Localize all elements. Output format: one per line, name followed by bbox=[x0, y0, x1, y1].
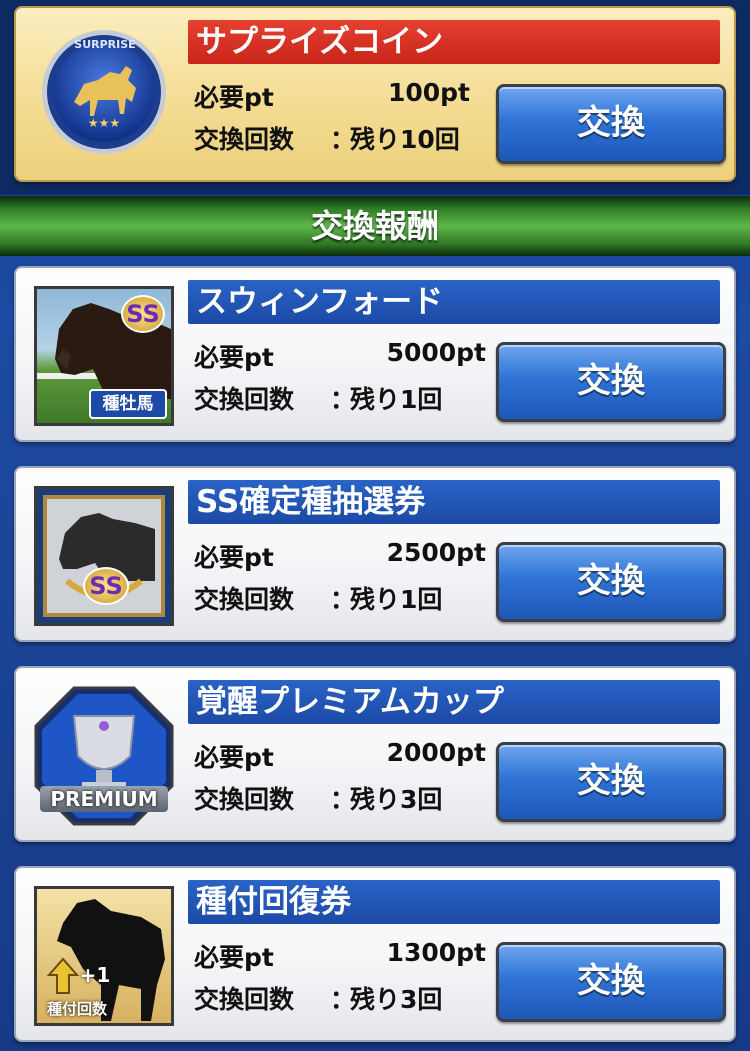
reward-title: 覚醒プレミアムカップ bbox=[188, 680, 720, 724]
exchange-count-label: 交換回数 bbox=[194, 125, 295, 154]
exchange-count-label: 交換回数 bbox=[194, 785, 295, 814]
reward-title: 種付回復券 bbox=[188, 880, 720, 924]
breeding-count-caption: 種付回数 bbox=[46, 1000, 107, 1018]
exchange-count-value: 残り3回 bbox=[350, 785, 443, 814]
exchange-count-value: 残り1回 bbox=[350, 585, 443, 614]
exchange-count-label: 交換回数 bbox=[194, 585, 295, 614]
exchange-button[interactable]: 交換 bbox=[496, 942, 726, 1022]
required-pt-label: 必要pt bbox=[194, 543, 274, 572]
required-pt-label: 必要pt bbox=[194, 343, 274, 372]
exchange-button[interactable]: 交換 bbox=[496, 84, 726, 164]
reward-card: +1 種付回数 種付回復券 必要pt 1300pt 交換回数 ： 残り3回 交換 bbox=[14, 866, 736, 1042]
exchange-count-value: 残り3回 bbox=[350, 985, 443, 1014]
premium-caption: PREMIUM bbox=[40, 786, 168, 812]
reward-title: SS確定種抽選券 bbox=[188, 480, 720, 524]
exchange-count-value: 残り1回 bbox=[350, 385, 443, 414]
reward-card: SS SS確定種抽選券 必要pt 2500pt 交換回数 ： 残り1回 交換 bbox=[14, 466, 736, 642]
required-pt-value: 1300pt bbox=[386, 938, 486, 967]
premium-cup-thumbnail: PREMIUM bbox=[34, 686, 174, 826]
reward-card: PREMIUM 覚醒プレミアムカップ 必要pt 2000pt 交換回数 ： 残り… bbox=[14, 666, 736, 842]
plus-one-badge: +1 bbox=[79, 963, 111, 987]
stallion-caption: 種牡馬 bbox=[89, 389, 167, 419]
exchange-count-value: 残り10回 bbox=[350, 125, 460, 154]
exchange-count-label: 交換回数 bbox=[194, 985, 295, 1014]
breeding-recovery-thumbnail: +1 種付回数 bbox=[34, 886, 174, 1026]
featured-card: ★★★ SURPRISE サプライズコイン 必要pt 100pt 交換回数 ： … bbox=[14, 6, 736, 182]
ss-rank-badge: SS bbox=[83, 567, 129, 605]
coin-badge-text: SURPRISE bbox=[74, 38, 136, 51]
required-pt-label: 必要pt bbox=[194, 83, 274, 112]
ss-ticket-thumbnail: SS bbox=[34, 486, 174, 626]
exchange-button[interactable]: 交換 bbox=[496, 542, 726, 622]
stallion-thumbnail: SS 種牡馬 bbox=[34, 286, 174, 426]
featured-title: サプライズコイン bbox=[188, 20, 720, 64]
svg-text:★★★: ★★★ bbox=[88, 116, 120, 130]
exchange-count-label: 交換回数 bbox=[194, 385, 295, 414]
required-pt-value: 5000pt bbox=[386, 338, 486, 367]
required-pt-value: 2500pt bbox=[386, 538, 486, 567]
required-pt-value: 100pt bbox=[387, 78, 470, 107]
reward-card: SS 種牡馬 スウィンフォード 必要pt 5000pt 交換回数 ： 残り1回 … bbox=[14, 266, 736, 442]
section-header-rewards: 交換報酬 bbox=[0, 196, 750, 256]
ss-rank-badge: SS bbox=[121, 295, 165, 333]
exchange-button[interactable]: 交換 bbox=[496, 742, 726, 822]
exchange-button[interactable]: 交換 bbox=[496, 342, 726, 422]
required-pt-label: 必要pt bbox=[194, 943, 274, 972]
required-pt-value: 2000pt bbox=[386, 738, 486, 767]
reward-title: スウィンフォード bbox=[188, 280, 720, 324]
required-pt-label: 必要pt bbox=[194, 743, 274, 772]
